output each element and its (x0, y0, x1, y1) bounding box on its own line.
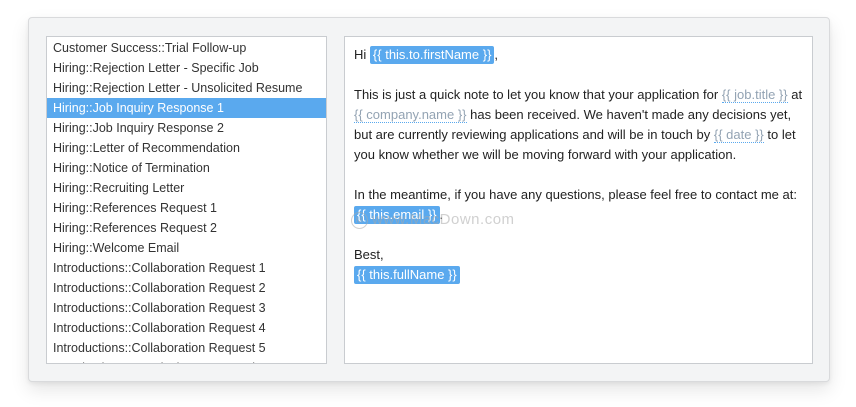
first-name-token[interactable]: {{ this.to.firstName }} (369, 46, 495, 64)
template-list-item[interactable]: Introductions::Collaboration Request 1 (47, 258, 326, 278)
template-list-item[interactable]: Hiring::Welcome Email (47, 238, 326, 258)
app-window: Customer Success::Trial Follow-up Hiring:… (28, 17, 830, 382)
date-variable[interactable]: {{ date }} (713, 127, 764, 143)
p1-text-a: This is just a quick note to let you kno… (354, 87, 719, 102)
template-list-item[interactable]: Hiring::References Request 1 (47, 198, 326, 218)
template-list[interactable]: Customer Success::Trial Follow-up Hiring:… (46, 36, 327, 364)
template-list-item[interactable]: Hiring::Rejection Letter - Specific Job (47, 58, 326, 78)
template-list-item[interactable]: Hiring::Rejection Letter - Unsolicited R… (47, 78, 326, 98)
template-list-item[interactable]: Hiring::Notice of Termination (47, 158, 326, 178)
greeting-text: Hi (354, 47, 367, 62)
template-list-item[interactable]: Introductions::Introducing Two People 1 (47, 358, 326, 363)
p1-text-b: at (791, 87, 803, 102)
template-list-item[interactable]: Hiring::Job Inquiry Response 1 (47, 98, 326, 118)
body-paragraph-1: This is just a quick note to let you kno… (354, 85, 803, 165)
p2-text: In the meantime, if you have any questio… (354, 187, 797, 202)
greeting-line: Hi {{ this.to.firstName }}, (354, 45, 803, 65)
template-list-item[interactable]: Introductions::Collaboration Request 3 (47, 298, 326, 318)
template-list-item[interactable]: Hiring::Letter of Recommendation (47, 138, 326, 158)
email-token[interactable]: {{ this.email }} (354, 206, 440, 224)
full-name-token[interactable]: {{ this.fullName }} (354, 266, 460, 284)
job-title-variable[interactable]: {{ job.title }} (721, 87, 788, 103)
template-list-item[interactable]: Customer Success::Trial Follow-up (47, 38, 326, 58)
p2-end: . (439, 207, 444, 222)
template-list-item[interactable]: Hiring::Job Inquiry Response 2 (47, 118, 326, 138)
template-list-item[interactable]: Introductions::Collaboration Request 4 (47, 318, 326, 338)
signature-line: {{ this.fullName }} (354, 265, 803, 285)
template-list-item[interactable]: Hiring::Recruiting Letter (47, 178, 326, 198)
template-list-item[interactable]: Hiring::References Request 2 (47, 218, 326, 238)
body-paragraph-2: In the meantime, if you have any questio… (354, 185, 803, 225)
template-editor[interactable]: Hi {{ this.to.firstName }}, This is just… (344, 36, 813, 364)
template-list-item[interactable]: Introductions::Collaboration Request 5 (47, 338, 326, 358)
template-list-item[interactable]: Introductions::Collaboration Request 2 (47, 278, 326, 298)
company-name-variable[interactable]: {{ company.name }} (354, 107, 467, 123)
template-items: Customer Success::Trial Follow-up Hiring:… (47, 38, 326, 363)
greeting-end: , (494, 47, 499, 62)
signoff-line: Best, (354, 247, 384, 262)
